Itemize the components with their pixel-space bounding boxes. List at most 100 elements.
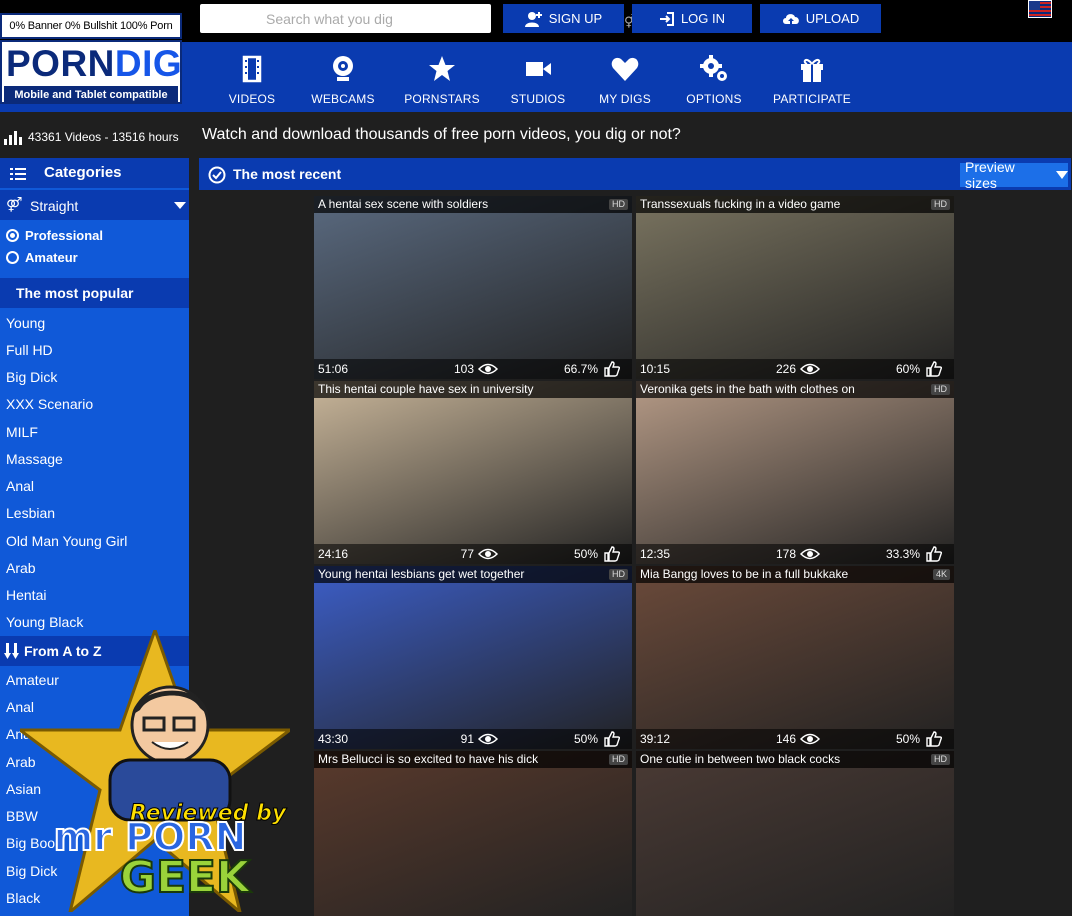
chevron-down-icon (174, 202, 186, 209)
video-thumbnail[interactable] (636, 381, 954, 564)
category-link[interactable]: XXX Scenario (6, 396, 93, 412)
view-count: 146 (775, 732, 796, 746)
rating-value: 50% (573, 732, 598, 746)
eye-icon (800, 733, 820, 745)
category-link[interactable]: Young Black (6, 614, 83, 630)
video-thumbnail[interactable] (636, 751, 954, 916)
radio-professional[interactable]: Professional (6, 228, 103, 243)
video-thumbnail[interactable] (314, 381, 632, 564)
category-link[interactable]: Big Dick (6, 369, 57, 385)
video-card[interactable]: Mrs Bellucci is so excited to have his d… (314, 751, 632, 916)
video-card[interactable]: Veronika gets in the bath with clothes o… (636, 381, 954, 564)
watermark-line3: GEEK (120, 852, 252, 903)
chevron-down-icon (1056, 171, 1068, 179)
heart-icon (611, 57, 639, 81)
video-title[interactable]: Mrs Bellucci is so excited to have his d… (314, 751, 632, 768)
thumbs-up-icon[interactable] (604, 361, 620, 377)
site-logo[interactable]: PORNDIG Mobile and Tablet compatible (0, 40, 182, 104)
video-duration: 51:06 (318, 362, 349, 376)
video-title[interactable]: Mia Bangg loves to be in a full bukkake (636, 566, 954, 583)
category-link[interactable]: Massage (6, 451, 63, 467)
gift-icon (801, 58, 823, 82)
category-link[interactable]: MILF (6, 424, 38, 440)
video-thumbnail[interactable] (314, 566, 632, 749)
eye-icon (800, 548, 820, 560)
video-meta: 12:35 178 33.3% (636, 544, 954, 564)
video-card[interactable]: This hentai couple have sex in universit… (314, 381, 632, 564)
nav-my-digs[interactable]: MY DIGS (581, 50, 669, 112)
thumbs-up-icon[interactable] (926, 546, 942, 562)
nav-pornstars[interactable]: PORNSTARS (398, 50, 486, 112)
quality-badge: HD (931, 754, 950, 765)
preview-sizes-dropdown[interactable]: Preview sizes (960, 159, 1068, 191)
video-title[interactable]: One cutie in between two black cocks (636, 751, 954, 768)
video-duration: 24:16 (318, 547, 349, 561)
view-count: 103 (453, 362, 474, 376)
category-link[interactable]: Old Man Young Girl (6, 533, 127, 549)
rating-value: 50% (895, 732, 920, 746)
category-link[interactable]: Lesbian (6, 505, 55, 521)
quality-badge: HD (931, 384, 950, 395)
search-input[interactable] (200, 4, 418, 33)
category-link[interactable]: Young (6, 315, 45, 331)
nav-options[interactable]: OPTIONS (670, 50, 758, 112)
video-card[interactable]: Mia Bangg loves to be in a full bukkake 4… (636, 566, 954, 749)
view-count: 91 (460, 732, 474, 746)
login-button[interactable]: LOG IN (632, 4, 752, 33)
quality-badge: 4K (932, 569, 950, 580)
section-header: The most recent (199, 158, 1071, 190)
nav-webcams[interactable]: WEBCAMS (299, 50, 387, 112)
cloud-upload-icon (782, 13, 799, 24)
video-card[interactable]: Transsexuals fucking in a video game HD 10… (636, 196, 954, 379)
video-camera-icon (526, 62, 551, 76)
video-duration: 39:12 (640, 732, 671, 746)
thumbs-up-icon[interactable] (926, 731, 942, 747)
categories-header[interactable]: Categories (0, 158, 189, 188)
film-icon (242, 55, 262, 83)
language-flag-icon[interactable] (1028, 0, 1052, 18)
thumbs-up-icon[interactable] (604, 546, 620, 562)
video-title[interactable]: Transsexuals fucking in a video game (636, 196, 954, 213)
rating-value: 60% (895, 362, 920, 376)
category-link[interactable]: Full HD (6, 342, 53, 358)
video-title[interactable]: A hentai sex scene with soldiers (314, 196, 632, 213)
video-card[interactable]: One cutie in between two black cocks HD (636, 751, 954, 916)
review-watermark: Reviewed by mr PORN GEEK (20, 630, 290, 912)
video-duration: 43:30 (318, 732, 349, 746)
login-icon (659, 11, 674, 26)
stats-bar: 43361 Videos - 13516 hours Watch and dow… (0, 112, 1072, 156)
site-slogan: Watch and download thousands of free por… (202, 126, 681, 143)
orientation-select[interactable]: ⚤ Straight (0, 190, 189, 220)
thumbs-up-icon[interactable] (926, 361, 942, 377)
category-link[interactable]: Anal (6, 478, 34, 494)
logo-dig-text: DIG (114, 43, 183, 84)
radio-unchecked-icon (6, 251, 19, 264)
video-count: 43361 Videos - 13516 hours (28, 130, 179, 144)
bar-chart-icon (4, 131, 22, 145)
video-thumbnail[interactable] (314, 196, 632, 379)
category-link[interactable]: Hentai (6, 587, 46, 603)
nav-studios[interactable]: STUDIOS (494, 50, 582, 112)
nav-videos[interactable]: VIDEOS (208, 50, 296, 112)
video-thumbnail[interactable] (636, 566, 954, 749)
user-plus-icon (524, 11, 542, 27)
video-card[interactable]: A hentai sex scene with soldiers HD 51:06 1… (314, 196, 632, 379)
thumbs-up-icon[interactable] (604, 731, 620, 747)
webcam-icon (333, 56, 353, 81)
video-thumbnail[interactable] (314, 751, 632, 916)
radio-checked-icon (6, 229, 19, 242)
eye-icon (478, 548, 498, 560)
signup-button[interactable]: SIGN UP (503, 4, 624, 33)
video-card[interactable]: Young hentai lesbians get wet together HD… (314, 566, 632, 749)
category-link[interactable]: Arab (6, 560, 36, 576)
video-title[interactable]: This hentai couple have sex in universit… (314, 381, 632, 398)
radio-amateur[interactable]: Amateur (6, 250, 78, 265)
video-thumbnail[interactable] (636, 196, 954, 379)
upload-button[interactable]: UPLOAD (760, 4, 881, 33)
quality-badge: HD (609, 199, 628, 210)
nav-participate[interactable]: PARTICIPATE (768, 50, 856, 112)
clock-icon (208, 166, 226, 184)
video-title[interactable]: Young hentai lesbians get wet together (314, 566, 632, 583)
video-title[interactable]: Veronika gets in the bath with clothes o… (636, 381, 954, 398)
video-meta: 51:06 103 66.7% (314, 359, 632, 379)
